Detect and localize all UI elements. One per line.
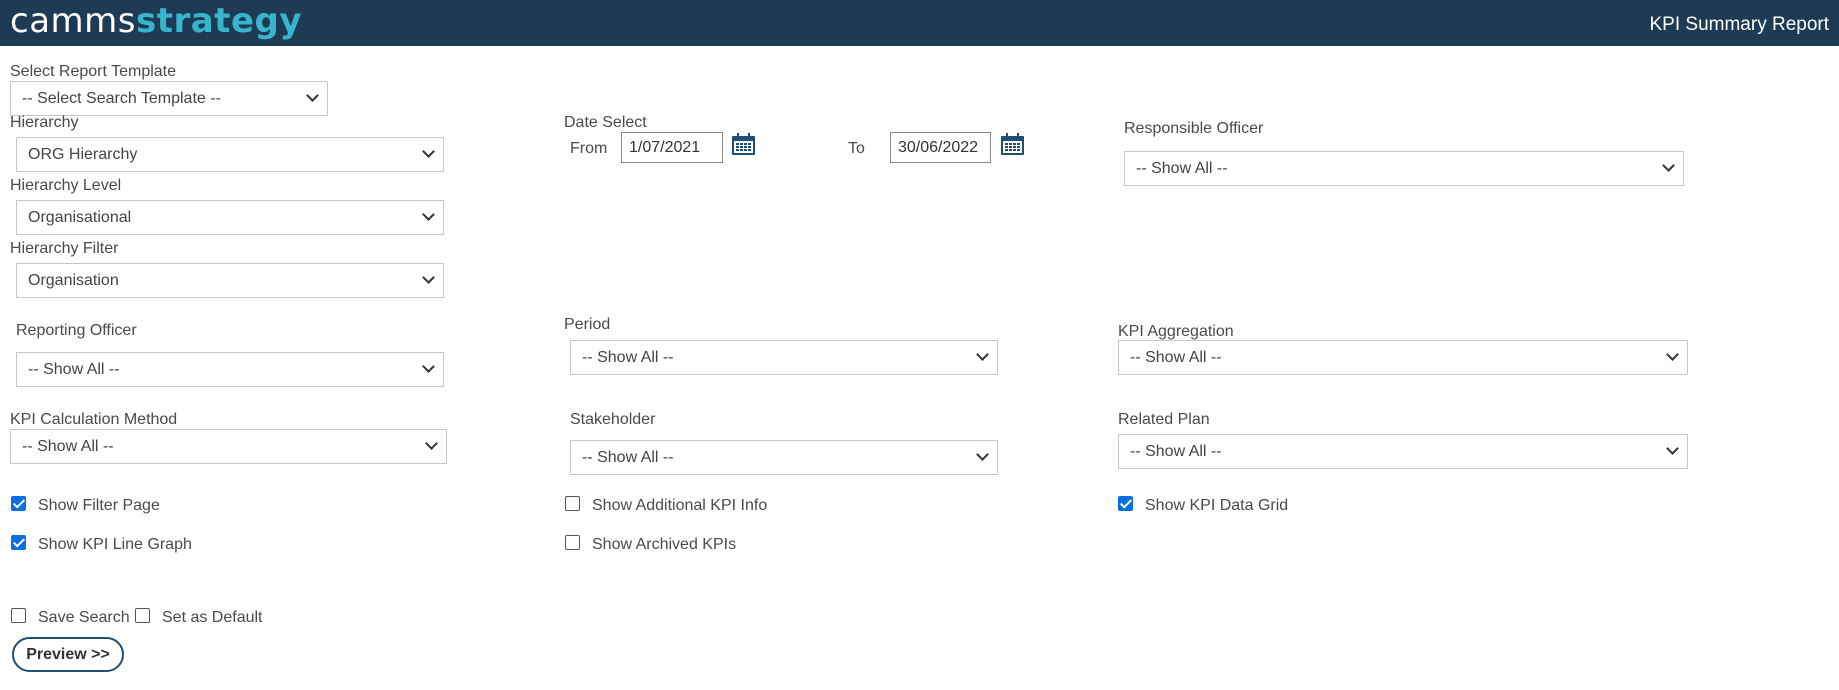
date-to-label: To	[848, 140, 865, 157]
top-header-bar: cammsstrategy KPI Summary Report	[0, 0, 1839, 46]
chevron-down-icon	[422, 208, 435, 221]
date-from-label: From	[570, 140, 608, 157]
chevron-down-icon	[425, 437, 438, 450]
related-plan-value: -- Show All --	[1130, 443, 1222, 460]
reporting-officer-label: Reporting Officer	[16, 322, 137, 339]
chevron-down-icon	[306, 89, 319, 102]
responsible-officer-value: -- Show All --	[1136, 160, 1228, 177]
period-label: Period	[564, 316, 611, 333]
date-from-input[interactable]: 1/07/2021	[621, 132, 723, 163]
set-as-default-label: Set as Default	[162, 609, 263, 626]
hierarchy-select[interactable]: ORG Hierarchy	[16, 137, 444, 172]
kpi-calc-method-select[interactable]: -- Show All --	[10, 429, 447, 464]
show-filter-page-checkbox[interactable]	[11, 496, 26, 511]
reporting-officer-select[interactable]: -- Show All --	[16, 352, 444, 387]
show-additional-kpi-info-checkbox[interactable]	[565, 496, 580, 511]
show-kpi-data-grid-checkbox[interactable]	[1118, 496, 1133, 511]
show-filter-page-label: Show Filter Page	[38, 497, 160, 514]
chevron-down-icon	[422, 271, 435, 284]
related-plan-select[interactable]: -- Show All --	[1118, 434, 1688, 469]
period-value: -- Show All --	[582, 349, 674, 366]
stakeholder-value: -- Show All --	[582, 449, 674, 466]
responsible-officer-select[interactable]: -- Show All --	[1124, 151, 1684, 186]
report-template-select[interactable]: -- Select Search Template --	[10, 81, 328, 116]
date-select-label: Date Select	[564, 114, 647, 131]
logo-part-camms: camms	[10, 1, 136, 41]
hierarchy-level-value: Organisational	[28, 209, 132, 226]
chevron-down-icon	[976, 348, 989, 361]
kpi-aggregation-select[interactable]: -- Show All --	[1118, 340, 1688, 375]
calendar-icon[interactable]	[1000, 133, 1025, 156]
show-kpi-line-graph-label: Show KPI Line Graph	[38, 536, 192, 553]
template-label: Select Report Template	[10, 63, 177, 80]
responsible-officer-label: Responsible Officer	[1124, 120, 1264, 137]
preview-button[interactable]: Preview >>	[12, 637, 124, 672]
report-title: KPI Summary Report	[1649, 14, 1830, 35]
save-search-checkbox[interactable]	[11, 608, 26, 623]
reporting-officer-value: -- Show All --	[28, 361, 120, 378]
hierarchy-filter-label: Hierarchy Filter	[10, 240, 119, 257]
hierarchy-filter-value: Organisation	[28, 272, 119, 289]
save-search-label: Save Search	[38, 609, 130, 626]
chevron-down-icon	[1662, 159, 1675, 172]
chevron-down-icon	[1666, 348, 1679, 361]
chevron-down-icon	[1666, 442, 1679, 455]
hierarchy-level-select[interactable]: Organisational	[16, 200, 444, 235]
camms-strategy-logo: cammsstrategy	[10, 0, 302, 42]
chevron-down-icon	[976, 448, 989, 461]
kpi-aggregation-value: -- Show All --	[1130, 349, 1222, 366]
kpi-aggregation-label: KPI Aggregation	[1118, 323, 1234, 340]
chevron-down-icon	[422, 145, 435, 158]
hierarchy-level-label: Hierarchy Level	[10, 177, 122, 194]
hierarchy-value: ORG Hierarchy	[28, 146, 138, 163]
chevron-down-icon	[422, 360, 435, 373]
show-archived-kpis-checkbox[interactable]	[565, 535, 580, 550]
show-archived-kpis-label: Show Archived KPIs	[592, 536, 737, 553]
report-template-value: -- Select Search Template --	[22, 90, 221, 107]
calendar-icon[interactable]	[731, 133, 756, 156]
date-to-input[interactable]: 30/06/2022	[890, 132, 991, 163]
hierarchy-label: Hierarchy	[10, 114, 79, 131]
related-plan-label: Related Plan	[1118, 411, 1210, 428]
kpi-calc-method-label: KPI Calculation Method	[10, 411, 178, 428]
stakeholder-select[interactable]: -- Show All --	[570, 440, 998, 475]
logo-part-strategy: strategy	[135, 1, 302, 41]
stakeholder-label: Stakeholder	[570, 411, 656, 428]
set-as-default-checkbox[interactable]	[135, 608, 150, 623]
show-additional-kpi-info-label: Show Additional KPI Info	[592, 497, 768, 514]
hierarchy-filter-select[interactable]: Organisation	[16, 263, 444, 298]
show-kpi-line-graph-checkbox[interactable]	[11, 535, 26, 550]
period-select[interactable]: -- Show All --	[570, 340, 998, 375]
show-kpi-data-grid-label: Show KPI Data Grid	[1145, 497, 1289, 514]
kpi-calc-method-value: -- Show All --	[22, 438, 114, 455]
